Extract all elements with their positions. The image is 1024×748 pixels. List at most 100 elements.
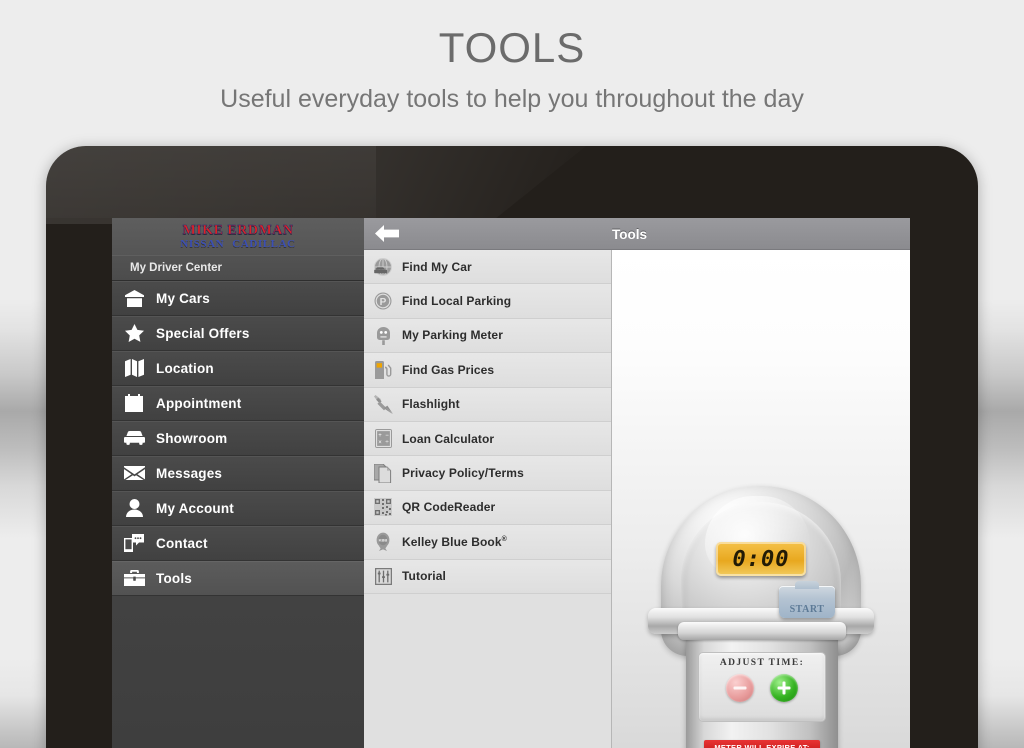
documents-icon: [364, 463, 402, 483]
tool-item-tutorial[interactable]: Tutorial: [364, 559, 611, 594]
tool-item-my-parking-meter[interactable]: My Parking Meter: [364, 318, 611, 354]
tool-item-loan-calculator[interactable]: + − × ÷ Loan Calculator: [364, 421, 611, 457]
garage-icon: [112, 289, 156, 307]
sliders-icon: [364, 567, 402, 585]
sidebar-label: Showroom: [156, 430, 228, 446]
sidebar-label: Tools: [156, 570, 192, 586]
page-heading: TOOLS Useful everyday tools to help you …: [0, 0, 1024, 112]
gas-pump-icon: [364, 360, 402, 379]
tools-topbar: Tools: [364, 218, 910, 250]
svg-text:+: +: [378, 433, 382, 439]
tool-item-flashlight[interactable]: Flashlight: [364, 387, 611, 422]
svg-text:−: −: [385, 433, 389, 439]
tool-label: Kelley Blue Book®: [402, 534, 507, 549]
sidebar-label: My Cars: [156, 290, 210, 306]
sidebar-item-appointment[interactable]: 31 Appointment: [112, 386, 364, 421]
increase-time-button[interactable]: [770, 674, 798, 702]
calculator-icon: + − × ÷: [364, 429, 402, 449]
bezel-highlight-base: [46, 146, 376, 218]
sidebar-section-header: My Driver Center: [112, 255, 364, 281]
meter-body-cap: [678, 622, 846, 640]
car-icon: [112, 431, 156, 445]
sidebar-item-location[interactable]: Location: [112, 351, 364, 386]
sidebar-item-contact[interactable]: Contact: [112, 526, 364, 561]
parking-p-icon: P: [364, 292, 402, 310]
map-icon: [112, 359, 156, 377]
tool-label: Flashlight: [402, 397, 460, 412]
logo-brands: NISSAN CADILLAC: [176, 237, 299, 250]
star-icon: [112, 324, 156, 342]
sidebar-label: Special Offers: [156, 325, 250, 341]
flashlight-icon: [364, 394, 402, 414]
tool-item-qr-code-reader[interactable]: QR CodeReader: [364, 490, 611, 526]
back-arrow-icon[interactable]: [364, 225, 410, 242]
svg-text:KBB: KBB: [379, 538, 388, 543]
envelope-icon: [112, 466, 156, 480]
sidebar-item-special-offers[interactable]: Special Offers: [112, 316, 364, 351]
tools-list: Find My Car P Find Local Parking My Park…: [364, 250, 612, 748]
tool-label: Tutorial: [402, 569, 446, 584]
parking-meter-icon: [364, 326, 402, 345]
meter-time-value: 0:00: [732, 546, 790, 572]
registered-mark: ®: [501, 535, 507, 543]
tool-item-find-local-parking[interactable]: P Find Local Parking: [364, 284, 611, 319]
adjust-buttons: [699, 674, 825, 702]
svg-text:31: 31: [130, 403, 138, 410]
svg-text:×: ×: [378, 440, 382, 446]
adjust-time-label: ADJUST TIME:: [719, 658, 805, 668]
tool-label: Find Local Parking: [402, 294, 512, 309]
panes: Find My Car P Find Local Parking My Park…: [364, 250, 910, 748]
tool-label: Find Gas Prices: [402, 362, 495, 377]
tablet-device: MIKE ERDMAN NISSAN CADILLAC My Driver Cen…: [46, 146, 978, 748]
car-globe-icon: [364, 257, 402, 276]
dealer-logo-bar: MIKE ERDMAN NISSAN CADILLAC: [112, 218, 364, 255]
sidebar-item-my-cars[interactable]: My Cars: [112, 281, 364, 316]
expire-banner: METER WILL EXPIRE AT:: [704, 740, 820, 748]
start-button-label: START: [789, 604, 825, 615]
parking-meter-pane: 0:00 START ADJUST TIME: METER WILL EXPIR…: [612, 250, 910, 748]
tool-label: Privacy Policy/Terms: [402, 466, 524, 481]
sidebar-label: Contact: [156, 535, 208, 551]
meter-time-display: 0:00: [716, 542, 806, 576]
sidebar-label: Messages: [156, 465, 223, 481]
page-title: TOOLS: [438, 24, 586, 71]
dealer-logo: MIKE ERDMAN NISSAN CADILLAC: [176, 222, 299, 250]
sidebar-item-tools[interactable]: Tools: [112, 561, 364, 596]
sidebar-item-showroom[interactable]: Showroom: [112, 421, 364, 456]
adjust-time-panel: ADJUST TIME:: [698, 652, 826, 722]
tool-item-kelley-blue-book[interactable]: KBB Kelley Blue Book®: [364, 525, 611, 560]
calendar-icon: 31: [112, 394, 156, 412]
sidebar-label: Appointment: [156, 395, 242, 411]
toolbox-icon: [112, 570, 156, 586]
start-button[interactable]: START: [779, 581, 835, 618]
kbb-icon: KBB: [364, 532, 402, 552]
sidebar-label: My Account: [156, 500, 235, 516]
meter-body: ADJUST TIME: METER WILL EXPIRE AT:: [678, 622, 846, 748]
tool-item-find-gas-prices[interactable]: Find Gas Prices: [364, 353, 611, 388]
decrease-time-button[interactable]: [726, 674, 754, 702]
expire-banner-text: METER WILL EXPIRE AT:: [714, 743, 810, 748]
topbar-title: Tools: [612, 226, 647, 242]
logo-dealer-name: MIKE ERDMAN: [182, 222, 294, 238]
page-subtitle: Useful everyday tools to help you throug…: [220, 85, 804, 113]
logo-brand-cadillac: CADILLAC: [232, 237, 296, 250]
tool-label: Find My Car: [402, 259, 472, 274]
contact-icon: [112, 534, 156, 552]
qr-code-icon: [364, 498, 402, 517]
tool-item-privacy-policy[interactable]: Privacy Policy/Terms: [364, 456, 611, 491]
tool-item-find-my-car[interactable]: Find My Car: [364, 250, 611, 285]
svg-text:P: P: [380, 297, 387, 308]
sidebar-item-messages[interactable]: Messages: [112, 456, 364, 491]
bezel-highlight-diagonal: [46, 146, 586, 224]
tool-label: Loan Calculator: [402, 431, 495, 446]
person-icon: [112, 499, 156, 517]
sidebar: MIKE ERDMAN NISSAN CADILLAC My Driver Cen…: [112, 218, 364, 748]
tablet-screen: MIKE ERDMAN NISSAN CADILLAC My Driver Cen…: [112, 218, 910, 748]
tools-list-filler: [364, 593, 611, 748]
sidebar-item-my-account[interactable]: My Account: [112, 491, 364, 526]
sidebar-label: Location: [156, 360, 214, 376]
tool-label: My Parking Meter: [402, 328, 503, 343]
logo-brand-nissan: NISSAN: [180, 237, 225, 250]
content-area: Tools Find My Car P Find Local Parking M…: [364, 218, 910, 748]
tool-label: QR CodeReader: [402, 500, 496, 515]
